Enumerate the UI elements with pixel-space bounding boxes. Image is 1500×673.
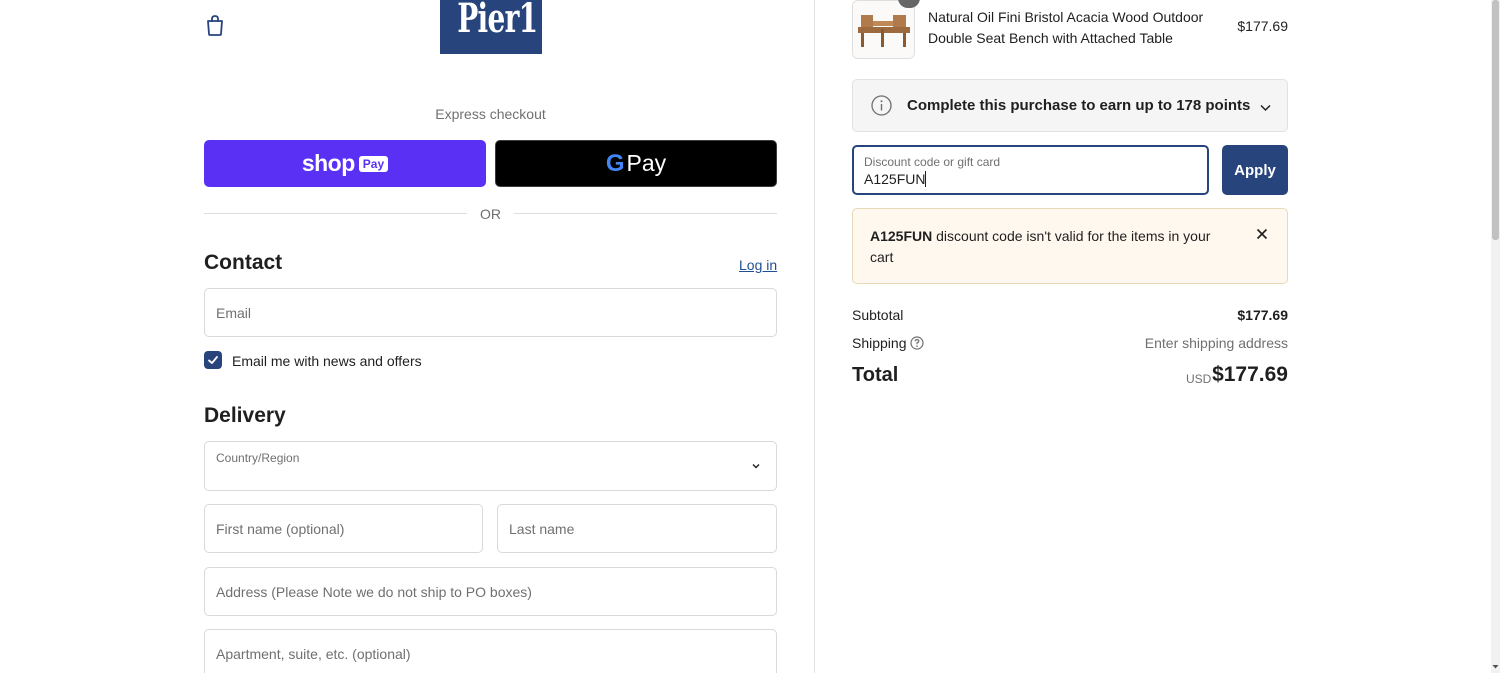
express-checkout-label: Express checkout bbox=[435, 106, 546, 122]
rewards-points-text: Complete this purchase to earn up to 178… bbox=[907, 97, 1251, 114]
total-value: $177.69 bbox=[1212, 363, 1288, 386]
discount-error-message: A125FUN discount code isn't valid for th… bbox=[870, 226, 1230, 268]
store-logo[interactable]: Pier1 bbox=[440, 0, 542, 54]
close-icon[interactable] bbox=[1256, 228, 1268, 240]
address-field[interactable]: Address (Please Note we do not ship to P… bbox=[204, 567, 777, 616]
or-separator: OR bbox=[204, 204, 777, 224]
google-pay-word: Pay bbox=[626, 150, 667, 176]
error-code: A125FUN bbox=[870, 228, 933, 244]
scrollbar-thumb[interactable] bbox=[1492, 0, 1499, 240]
discount-code-label: Discount code or gift card bbox=[864, 155, 1001, 169]
contact-heading: Contact bbox=[204, 251, 283, 274]
discount-code-input[interactable]: Discount code or gift card A125FUN bbox=[852, 145, 1209, 195]
page-scrollbar[interactable] bbox=[1491, 0, 1500, 673]
first-name-placeholder: First name (optional) bbox=[216, 521, 345, 537]
product-name: Natural Oil Fini Bristol Acacia Wood Out… bbox=[928, 9, 1204, 46]
info-icon bbox=[871, 95, 892, 116]
email-field[interactable]: Email bbox=[204, 288, 777, 337]
subtotal-label: Subtotal bbox=[852, 307, 904, 323]
google-pay-button[interactable]: G Pay bbox=[495, 140, 777, 187]
first-name-field[interactable]: First name (optional) bbox=[204, 504, 483, 553]
logo-text: Pier1 bbox=[457, 0, 538, 42]
last-name-placeholder: Last name bbox=[509, 521, 575, 537]
scroll-down-arrow-icon[interactable] bbox=[1491, 662, 1500, 671]
product-price: $177.69 bbox=[1237, 18, 1288, 34]
log-in-link[interactable]: Log in bbox=[739, 257, 777, 273]
shipping-label: Shipping bbox=[852, 335, 907, 351]
google-g-icon: G bbox=[605, 149, 625, 177]
separator-line-left bbox=[204, 213, 467, 214]
shop-pay-button[interactable]: shop Pay bbox=[204, 140, 486, 187]
address-placeholder: Address (Please Note we do not ship to P… bbox=[216, 584, 532, 600]
rewards-points-accordion[interactable]: Complete this purchase to earn up to 178… bbox=[852, 79, 1288, 132]
apartment-placeholder: Apartment, suite, etc. (optional) bbox=[216, 646, 411, 662]
subtotal-value: $177.69 bbox=[1237, 307, 1288, 323]
separator-line-right bbox=[514, 213, 777, 214]
chevron-down-icon bbox=[1260, 104, 1271, 112]
country-region-label: Country/Region bbox=[216, 451, 300, 465]
checkmark-icon bbox=[208, 356, 218, 364]
discount-error-banner: A125FUN discount code isn't valid for th… bbox=[852, 208, 1288, 284]
news-offers-checkbox[interactable] bbox=[204, 351, 222, 369]
chevron-down-icon bbox=[752, 464, 760, 469]
shopping-bag-icon[interactable] bbox=[204, 13, 226, 37]
help-icon[interactable] bbox=[910, 336, 924, 350]
email-placeholder: Email bbox=[216, 305, 252, 321]
apartment-field[interactable]: Apartment, suite, etc. (optional) bbox=[204, 629, 777, 673]
apply-discount-button[interactable]: Apply bbox=[1222, 145, 1288, 195]
discount-code-value: A125FUN bbox=[864, 171, 927, 187]
delivery-heading: Delivery bbox=[204, 404, 286, 427]
product-thumbnail bbox=[852, 0, 915, 59]
total-label: Total bbox=[852, 364, 899, 386]
currency-code: USD bbox=[1186, 372, 1212, 386]
shop-pay-word: shop bbox=[301, 150, 355, 176]
news-offers-label[interactable]: Email me with news and offers bbox=[232, 353, 422, 369]
last-name-field[interactable]: Last name bbox=[497, 504, 777, 553]
discount-code-text: A125FUN bbox=[864, 171, 926, 187]
product-image bbox=[853, 1, 914, 58]
text-cursor bbox=[925, 171, 927, 187]
shipping-value: Enter shipping address bbox=[1144, 335, 1288, 351]
country-region-select[interactable]: Country/Region bbox=[204, 441, 777, 491]
or-text: OR bbox=[480, 206, 501, 222]
shop-pay-badge: Pay bbox=[358, 155, 389, 172]
